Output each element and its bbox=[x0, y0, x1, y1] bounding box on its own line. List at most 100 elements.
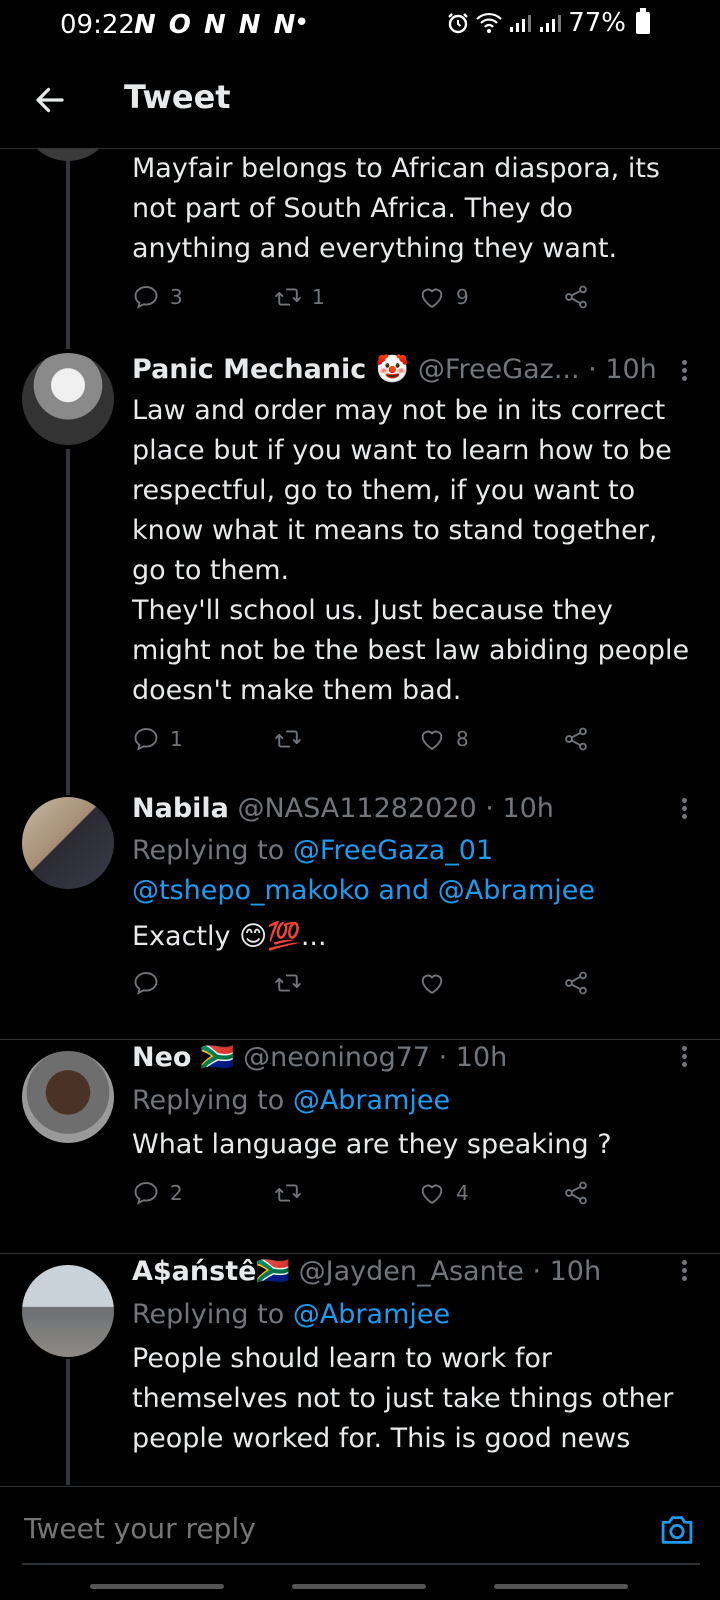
like-count: 4 bbox=[456, 1181, 469, 1205]
reply-icon bbox=[132, 969, 160, 997]
camera-icon[interactable] bbox=[658, 1513, 696, 1547]
tweet-actions: 3 1 9 bbox=[132, 283, 602, 315]
display-name[interactable]: Neo 🇿🇦 bbox=[132, 1042, 234, 1073]
replying-to: Replying to @FreeGaza_01 @tshepo_makoko … bbox=[132, 831, 692, 911]
mention-link[interactable]: @Abramjee bbox=[293, 1085, 450, 1116]
tweet-header: A$aństê🇿🇦 @Jayden_Asante · 10h bbox=[132, 1255, 690, 1287]
reply-input[interactable] bbox=[22, 1511, 586, 1546]
retweet-count: 1 bbox=[312, 285, 325, 309]
avatar[interactable] bbox=[22, 149, 114, 161]
notification-icons: N O N N N bbox=[134, 10, 298, 40]
tweet-body: Exactly 😊💯... bbox=[132, 921, 327, 952]
reply-underline bbox=[22, 1563, 700, 1565]
more-options-icon[interactable] bbox=[680, 795, 688, 821]
replying-to: Replying to @Abramjee bbox=[132, 1081, 692, 1121]
mention-link[interactable]: @tshepo_makoko and @Abramjee bbox=[132, 875, 595, 906]
like-count: 9 bbox=[456, 285, 469, 309]
retweet-icon bbox=[274, 1179, 302, 1207]
tweet-body: Law and order may not be in its correct … bbox=[132, 395, 690, 706]
retweet-button[interactable]: 1 bbox=[274, 283, 325, 311]
thread-line bbox=[66, 1359, 70, 1485]
tweet-header: Neo 🇿🇦 @neoninog77 · 10h bbox=[132, 1041, 690, 1073]
retweet-button[interactable] bbox=[274, 969, 302, 997]
nav-recents[interactable] bbox=[90, 1584, 224, 1589]
status-right-group: 77% bbox=[446, 8, 650, 38]
top-app-bar: Tweet bbox=[0, 52, 720, 149]
retweet-icon bbox=[274, 969, 302, 997]
battery-icon bbox=[636, 8, 650, 34]
like-count: 8 bbox=[456, 727, 469, 751]
reply-count: 1 bbox=[170, 727, 183, 751]
reply-count: 3 bbox=[170, 285, 183, 309]
reply-button[interactable]: 2 bbox=[132, 1179, 183, 1207]
wifi-icon bbox=[476, 12, 502, 33]
tweet-body: Mayfair belongs to African diaspora, its… bbox=[132, 153, 660, 264]
replying-prefix: Replying to bbox=[132, 1299, 293, 1330]
signal-icon bbox=[510, 15, 532, 32]
tweet-body: People should learn to work for themselv… bbox=[132, 1343, 674, 1454]
replying-prefix: Replying to bbox=[132, 835, 293, 866]
system-nav-bar bbox=[0, 1570, 720, 1600]
page-title: Tweet bbox=[124, 78, 231, 116]
share-button[interactable] bbox=[562, 283, 590, 311]
retweet-icon bbox=[274, 725, 302, 753]
reply-button[interactable]: 1 bbox=[132, 725, 183, 753]
tweet-actions bbox=[132, 969, 602, 1001]
status-time: 09:22 bbox=[60, 10, 135, 40]
retweet-button[interactable] bbox=[274, 725, 312, 753]
retweet-button[interactable] bbox=[274, 1179, 302, 1207]
reply-button[interactable] bbox=[132, 969, 160, 997]
like-button[interactable]: 4 bbox=[418, 1179, 469, 1207]
avatar[interactable] bbox=[22, 353, 114, 445]
handle-and-time: @NASA11282020 · 10h bbox=[237, 793, 554, 824]
tweet-feed[interactable]: Mayfair belongs to African diaspora, its… bbox=[0, 149, 720, 1485]
like-button[interactable] bbox=[418, 969, 446, 997]
reply-count: 2 bbox=[170, 1181, 183, 1205]
display-name[interactable]: Panic Mechanic 🤡 bbox=[132, 354, 409, 385]
mention-link[interactable]: @Abramjee bbox=[293, 1299, 450, 1330]
divider bbox=[0, 1253, 720, 1254]
avatar[interactable] bbox=[22, 1265, 114, 1357]
heart-icon bbox=[418, 725, 446, 753]
share-button[interactable] bbox=[562, 725, 590, 753]
avatar[interactable] bbox=[22, 797, 114, 889]
tweet-actions: 1 8 bbox=[132, 725, 602, 757]
heart-icon bbox=[418, 283, 446, 311]
handle-and-time: @Jayden_Asante · 10h bbox=[298, 1256, 602, 1287]
nav-home[interactable] bbox=[292, 1584, 426, 1589]
alarm-icon bbox=[448, 13, 469, 34]
back-arrow-icon[interactable] bbox=[32, 82, 68, 118]
tweet-body: What language are they speaking ? bbox=[132, 1129, 612, 1160]
like-button[interactable]: 9 bbox=[418, 283, 469, 311]
signal-2-icon bbox=[540, 15, 562, 32]
heart-icon bbox=[418, 969, 446, 997]
share-button[interactable] bbox=[562, 1179, 590, 1207]
share-icon bbox=[562, 969, 590, 997]
reply-button[interactable]: 3 bbox=[132, 283, 183, 311]
handle-and-time: @FreeGaz... · 10h bbox=[417, 354, 657, 385]
more-options-icon[interactable] bbox=[680, 357, 688, 383]
display-name[interactable]: Nabila bbox=[132, 793, 229, 824]
replying-to: Replying to @Abramjee bbox=[132, 1295, 692, 1335]
display-name[interactable]: A$aństê🇿🇦 bbox=[132, 1256, 290, 1287]
handle-and-time: @neoninog77 · 10h bbox=[243, 1042, 508, 1073]
share-button[interactable] bbox=[562, 969, 590, 997]
reply-icon bbox=[132, 725, 160, 753]
notification-dot-icon: • bbox=[294, 8, 310, 38]
share-icon bbox=[562, 725, 590, 753]
reply-composer bbox=[0, 1486, 720, 1567]
tweet-actions: 2 4 bbox=[132, 1179, 602, 1211]
like-button[interactable]: 8 bbox=[418, 725, 469, 753]
heart-icon bbox=[418, 1179, 446, 1207]
reply-icon bbox=[132, 283, 160, 311]
more-options-icon[interactable] bbox=[680, 1043, 688, 1069]
thread-line bbox=[66, 149, 70, 349]
mention-link[interactable]: @FreeGaza_01 bbox=[293, 835, 493, 866]
battery-percent: 77% bbox=[568, 8, 626, 38]
avatar[interactable] bbox=[22, 1051, 114, 1143]
status-bar: 09:22 N O N N N • 77% bbox=[0, 0, 720, 52]
tweet-header: Nabila @NASA11282020 · 10h bbox=[132, 793, 690, 824]
nav-back[interactable] bbox=[494, 1584, 628, 1589]
more-options-icon[interactable] bbox=[680, 1257, 688, 1283]
reply-icon bbox=[132, 1179, 160, 1207]
